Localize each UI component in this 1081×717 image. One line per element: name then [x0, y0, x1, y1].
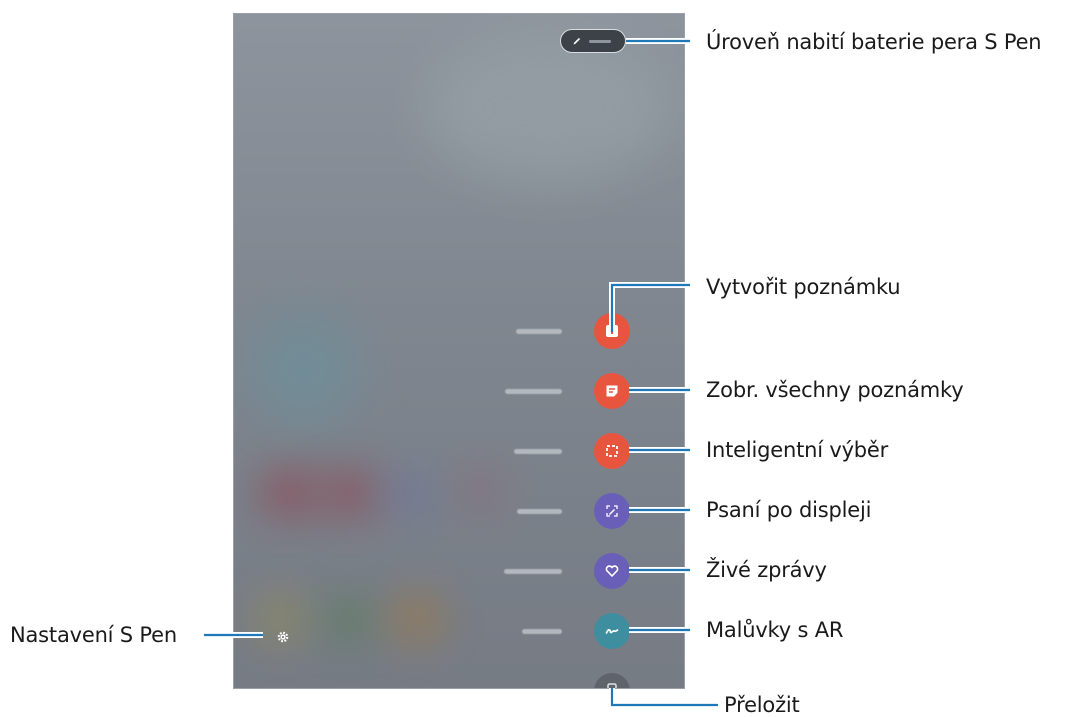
screen-write-icon [606, 505, 618, 517]
translate-icon [607, 683, 617, 688]
ar-doodle-button[interactable] [594, 613, 630, 649]
menu-label [522, 629, 562, 634]
live-messages-button[interactable] [594, 553, 630, 589]
battery-level-bar [589, 39, 611, 43]
menu-label [514, 449, 562, 454]
device-screen [233, 13, 685, 689]
heart-icon [605, 565, 619, 577]
view-all-notes-button[interactable] [594, 373, 630, 409]
callout-settings: Nastavení S Pen [10, 623, 177, 647]
gear-icon[interactable] [277, 631, 289, 643]
callout-translate: Přeložit [724, 693, 800, 717]
blurred-background [389, 594, 444, 644]
note-add-icon [606, 325, 618, 337]
callout-live-messages: Živé zprávy [706, 558, 827, 582]
menu-label [517, 509, 562, 514]
callout-screen-write: Psaní po displeji [706, 498, 872, 522]
blurred-background [459, 469, 504, 509]
menu-label [516, 329, 562, 334]
screen-write-button[interactable] [594, 493, 630, 529]
smart-select-button[interactable] [594, 433, 630, 469]
translate-button[interactable] [594, 673, 630, 688]
blurred-background [384, 474, 434, 514]
menu-label [505, 389, 562, 394]
spen-battery-indicator [560, 29, 626, 53]
callout-battery: Úroveň nabití baterie pera S Pen [706, 30, 1042, 54]
selection-icon [606, 445, 618, 457]
callout-view-all-notes: Zobr. všechny poznámky [706, 378, 964, 402]
blurred-background [249, 314, 359, 424]
create-note-button[interactable] [594, 313, 630, 349]
pen-icon [573, 37, 581, 45]
menu-label [504, 569, 562, 574]
blurred-background [424, 34, 674, 184]
blurred-background [259, 469, 319, 517]
callout-create-note: Vytvořit poznámku [706, 275, 901, 299]
callout-smart-select: Inteligentní výběr [706, 438, 889, 462]
callout-line-translate [610, 688, 718, 707]
notes-list-icon [606, 385, 618, 397]
callout-ar-doodle: Malůvky s AR [706, 618, 844, 642]
blurred-background [324, 594, 374, 644]
blurred-background [319, 469, 379, 517]
doodle-icon [605, 629, 619, 634]
